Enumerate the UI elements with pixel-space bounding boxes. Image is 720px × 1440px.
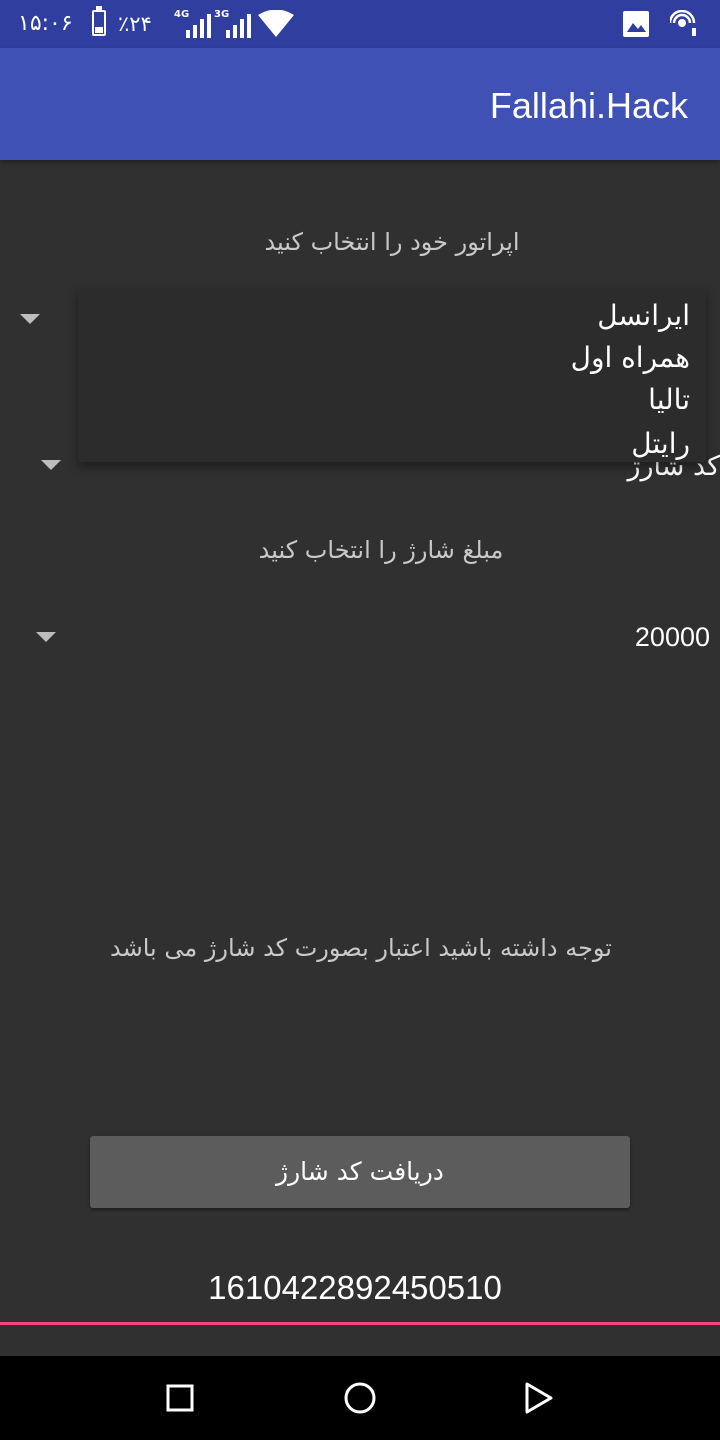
operator-option-irancell[interactable]: ایرانسل: [597, 298, 690, 334]
navigation-bar: [0, 1356, 720, 1440]
app-bar: Fallahi.Hack: [0, 48, 720, 160]
back-icon[interactable]: [524, 1382, 554, 1414]
battery-icon: [92, 6, 106, 36]
status-bar: ۱۵:۰۶ ٪۲۴ 4G 3G: [0, 0, 720, 48]
amount-dropdown-arrow-icon[interactable]: [36, 632, 56, 642]
recent-apps-icon[interactable]: [166, 1384, 194, 1412]
get-charge-code-button[interactable]: دریافت کد شارژ: [90, 1136, 630, 1208]
hotspot-icon: [670, 10, 696, 36]
notice-text: توجه داشته باشید اعتبار بصورت کد شارژ می…: [110, 934, 612, 962]
operator-dropdown-arrow-icon[interactable]: [20, 314, 40, 324]
status-time: ۱۵:۰۶: [18, 11, 73, 36]
charge-code-field[interactable]: 1610422892450510: [0, 1268, 710, 1308]
signal-icon: [186, 14, 211, 38]
operator-option-rightel[interactable]: رایتل: [631, 426, 690, 462]
battery-percent: ٪۲۴: [118, 12, 152, 36]
operator-option-taliya[interactable]: تالیا: [648, 382, 690, 418]
operator-option-hamrah-aval[interactable]: همراه اول: [571, 340, 690, 376]
home-icon[interactable]: [343, 1381, 377, 1415]
screen: ۱۵:۰۶ ٪۲۴ 4G 3G Fallahi.Hack اپراتور خود…: [0, 0, 720, 1440]
operator-dropdown-menu: ایرانسل همراه اول تالیا رایتل: [78, 290, 706, 462]
amount-spinner[interactable]: 20000: [635, 620, 710, 654]
app-title: Fallahi.Hack: [489, 85, 688, 126]
amount-label: مبلغ شارژ را انتخاب کنید: [258, 536, 504, 564]
charge-type-dropdown-arrow-icon[interactable]: [41, 460, 61, 470]
charge-code-underline: [0, 1322, 720, 1325]
operator-label: اپراتور خود را انتخاب کنید: [264, 228, 520, 256]
signal-icon: [226, 14, 251, 38]
wifi-icon: [258, 10, 294, 37]
gallery-icon: [623, 11, 649, 37]
